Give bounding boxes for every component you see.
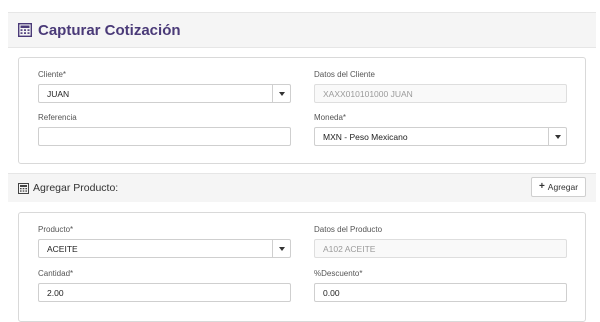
page-title: Capturar Cotización (38, 21, 181, 39)
moneda-label: Moneda* (314, 113, 347, 122)
add-product-title: Agregar Producto: (33, 182, 119, 194)
producto-value: ACEITE (47, 243, 78, 254)
referencia-input[interactable] (38, 127, 291, 146)
producto-label: Producto* (38, 225, 74, 234)
producto-select[interactable]: ACEITE (38, 239, 291, 258)
descuento-input[interactable]: 0.00 (314, 283, 567, 302)
datos-cliente-value: XAXX010101000 JUAN (323, 88, 413, 99)
product-card: Producto* ACEITE Datos del Producto A102… (18, 212, 586, 322)
datos-producto-value: A102 ACEITE (323, 243, 376, 254)
descuento-value: 0.00 (323, 287, 340, 298)
page: Capturar Cotización Cliente* JUAN Datos … (0, 0, 600, 322)
cantidad-input[interactable]: 2.00 (38, 283, 291, 302)
moneda-value: MXN - Peso Mexicano (323, 131, 408, 142)
add-product-button-label: Agregar (547, 182, 579, 192)
producto-dropdown-toggle[interactable] (272, 240, 290, 257)
moneda-dropdown-toggle[interactable] (548, 128, 566, 145)
chevron-down-icon (278, 91, 285, 96)
cliente-value: JUAN (47, 88, 70, 99)
quote-client-card: Cliente* JUAN Datos del Cliente XAXX0101… (18, 57, 586, 164)
plus-icon: + (538, 181, 545, 192)
chevron-down-icon (278, 246, 285, 251)
datos-producto-field: A102 ACEITE (314, 239, 567, 258)
datos-cliente-label: Datos del Cliente (314, 70, 375, 79)
cliente-dropdown-toggle[interactable] (272, 85, 290, 102)
page-header: Capturar Cotización (8, 12, 596, 48)
datos-cliente-field: XAXX010101000 JUAN (314, 84, 567, 103)
cantidad-label: Cantidad* (38, 269, 74, 278)
cliente-select[interactable]: JUAN (38, 84, 291, 103)
add-product-section-header: Agregar Producto: + Agregar (8, 173, 596, 202)
cantidad-value: 2.00 (47, 287, 64, 298)
cliente-label: Cliente* (38, 70, 67, 79)
referencia-label: Referencia (38, 113, 77, 122)
calculator-icon (18, 182, 29, 194)
calculator-icon (18, 23, 32, 37)
descuento-label: %Descuento* (314, 269, 363, 278)
add-product-button[interactable]: + Agregar (531, 177, 586, 197)
chevron-down-icon (554, 134, 561, 139)
moneda-select[interactable]: MXN - Peso Mexicano (314, 127, 567, 146)
datos-producto-label: Datos del Producto (314, 225, 383, 234)
